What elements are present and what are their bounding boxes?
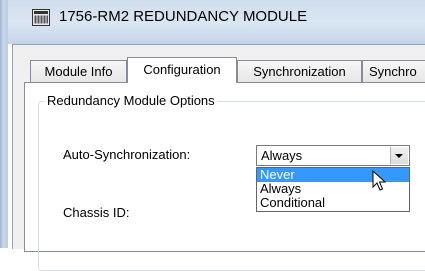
tab-label: Configuration [143, 62, 221, 77]
auto-sync-label: Auto-Synchronization: [63, 147, 191, 162]
auto-sync-combobox[interactable]: Always [256, 145, 410, 166]
tab-synchro-clipped[interactable]: Synchro [362, 60, 425, 82]
mouse-pointer-icon [372, 170, 386, 191]
tab-synchronization[interactable]: Synchronization [237, 60, 362, 82]
configuration-tab-page: Redundancy Module Options Auto-Synchroni… [24, 82, 425, 271]
tab-label: Synchro [369, 64, 417, 79]
dropdown-option-conditional[interactable]: Conditional [257, 196, 409, 210]
chevron-down-icon[interactable] [390, 147, 408, 164]
tab-label: Module Info [44, 64, 113, 79]
tab-label: Synchronization [253, 64, 346, 79]
tab-module-info[interactable]: Module Info [30, 60, 127, 82]
title-bar[interactable]: 1756-RM2 REDUNDANCY MODULE [8, 0, 425, 44]
dropdown-option-always[interactable]: Always [257, 182, 409, 196]
tab-configuration[interactable]: Configuration [127, 57, 237, 83]
combo-value: Always [261, 148, 303, 163]
dialog-client-area: Module Info Configuration Synchronizatio… [12, 44, 425, 271]
auto-sync-dropdown-list: Never Always Conditional [256, 167, 410, 212]
window-left-border [0, 0, 8, 248]
module-icon [32, 9, 50, 26]
dropdown-option-never[interactable]: Never [257, 168, 409, 182]
window-title: 1756-RM2 REDUNDANCY MODULE [59, 8, 308, 25]
group-legend: Redundancy Module Options [45, 93, 217, 108]
chassis-id-label: Chassis ID: [63, 205, 130, 220]
